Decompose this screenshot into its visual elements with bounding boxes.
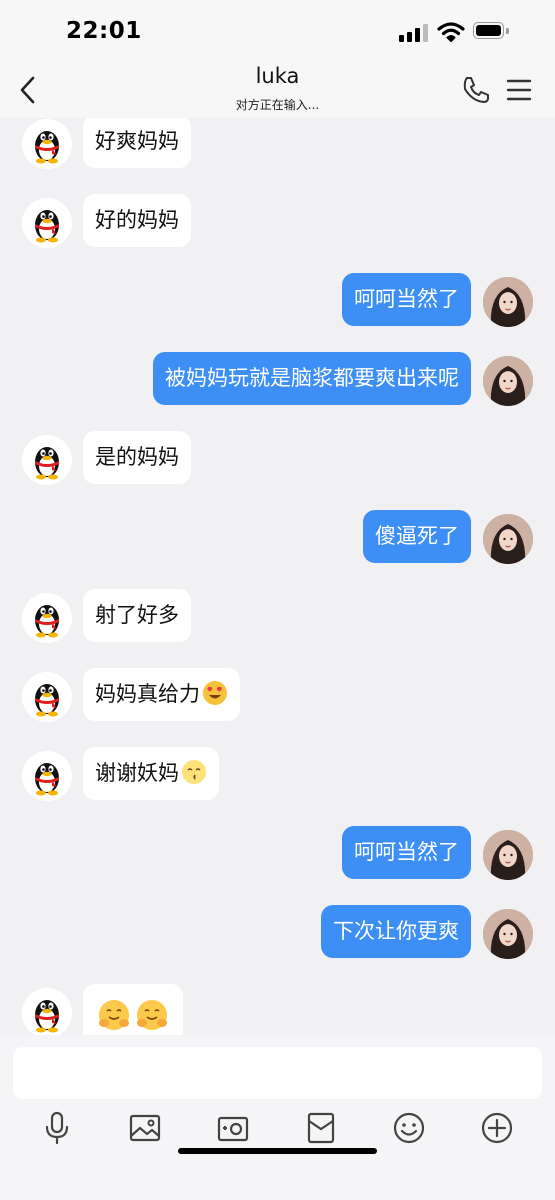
- contact-avatar[interactable]: [22, 672, 72, 722]
- contact-avatar[interactable]: [22, 593, 72, 643]
- my-avatar[interactable]: [483, 514, 533, 564]
- shy-smile-emoji: [99, 1000, 129, 1030]
- message-row: 是的妈妈: [0, 431, 555, 491]
- incoming-message-bubble[interactable]: [83, 984, 183, 1035]
- outgoing-message-bubble[interactable]: 呵呵当然了: [342, 273, 471, 326]
- outgoing-message-bubble[interactable]: 被妈妈玩就是脑浆都要爽出来呢: [153, 352, 471, 405]
- microphone-icon[interactable]: [39, 1110, 75, 1146]
- photo-icon[interactable]: [127, 1110, 163, 1146]
- incoming-message-bubble[interactable]: 射了好多: [83, 589, 191, 642]
- message-list[interactable]: 好爽妈妈 好的妈妈 呵呵当然了 被妈妈玩就是脑浆都要爽出来呢 是的妈妈 傻逼死了…: [0, 118, 555, 1035]
- message-text: 呵呵当然了: [354, 287, 459, 311]
- message-row: 谢谢妖妈: [0, 747, 555, 807]
- my-avatar[interactable]: [483, 909, 533, 959]
- red-packet-icon[interactable]: [303, 1110, 339, 1146]
- camera-icon[interactable]: [215, 1110, 251, 1146]
- message-text: 谢谢妖妈: [95, 761, 179, 785]
- message-text: 被妈妈玩就是脑浆都要爽出来呢: [165, 366, 459, 390]
- message-text: 妈妈真给力: [95, 682, 200, 706]
- shy-smile-emoji: [137, 1000, 167, 1030]
- message-text: 好的妈妈: [95, 208, 179, 232]
- cellular-signal-icon: [399, 24, 429, 42]
- battery-icon: [473, 22, 509, 41]
- message-row: 傻逼死了: [0, 510, 555, 570]
- message-row: [0, 984, 555, 1035]
- status-bar: 22:01: [0, 0, 555, 64]
- incoming-message-bubble[interactable]: 是的妈妈: [83, 431, 191, 484]
- message-row: 射了好多: [0, 589, 555, 649]
- outgoing-message-bubble[interactable]: 呵呵当然了: [342, 826, 471, 879]
- menu-icon[interactable]: [505, 76, 533, 104]
- message-row: 下次让你更爽: [0, 905, 555, 965]
- message-row: 好的妈妈: [0, 194, 555, 254]
- my-avatar[interactable]: [483, 356, 533, 406]
- message-row: 呵呵当然了: [0, 273, 555, 333]
- phone-call-icon[interactable]: [460, 74, 492, 106]
- status-time: 22:01: [66, 18, 142, 44]
- input-area: [0, 1035, 555, 1200]
- outgoing-message-bubble[interactable]: 傻逼死了: [363, 510, 471, 563]
- message-row: 被妈妈玩就是脑浆都要爽出来呢: [0, 352, 555, 412]
- plus-icon[interactable]: [479, 1110, 515, 1146]
- message-text: 是的妈妈: [95, 445, 179, 469]
- incoming-message-bubble[interactable]: 好的妈妈: [83, 194, 191, 247]
- my-avatar[interactable]: [483, 277, 533, 327]
- contact-avatar[interactable]: [22, 751, 72, 801]
- outgoing-message-bubble[interactable]: 下次让你更爽: [321, 905, 471, 958]
- input-toolbar: [0, 1110, 555, 1150]
- my-avatar[interactable]: [483, 830, 533, 880]
- contact-avatar[interactable]: [22, 119, 72, 169]
- message-text: 下次让你更爽: [333, 919, 459, 943]
- emoji-icon[interactable]: [391, 1110, 427, 1146]
- wifi-icon: [437, 22, 465, 42]
- message-row: 妈妈真给力: [0, 668, 555, 728]
- incoming-message-bubble[interactable]: 好爽妈妈: [83, 118, 191, 168]
- incoming-message-bubble[interactable]: 谢谢妖妈: [83, 747, 219, 800]
- heart-eyes-emoji: [203, 681, 227, 705]
- contact-avatar[interactable]: [22, 988, 72, 1035]
- message-input[interactable]: [13, 1047, 542, 1099]
- message-text: 射了好多: [95, 603, 179, 627]
- message-row: 呵呵当然了: [0, 826, 555, 886]
- contact-avatar[interactable]: [22, 435, 72, 485]
- message-row: 好爽妈妈: [0, 118, 555, 175]
- home-indicator[interactable]: [178, 1148, 377, 1154]
- message-text: 呵呵当然了: [354, 840, 459, 864]
- contact-avatar[interactable]: [22, 198, 72, 248]
- chat-header: luka 对方正在输入...: [0, 64, 555, 118]
- incoming-message-bubble[interactable]: 妈妈真给力: [83, 668, 240, 721]
- message-text: 好爽妈妈: [95, 129, 179, 153]
- kissing-emoji: [182, 760, 206, 784]
- message-text: 傻逼死了: [375, 524, 459, 548]
